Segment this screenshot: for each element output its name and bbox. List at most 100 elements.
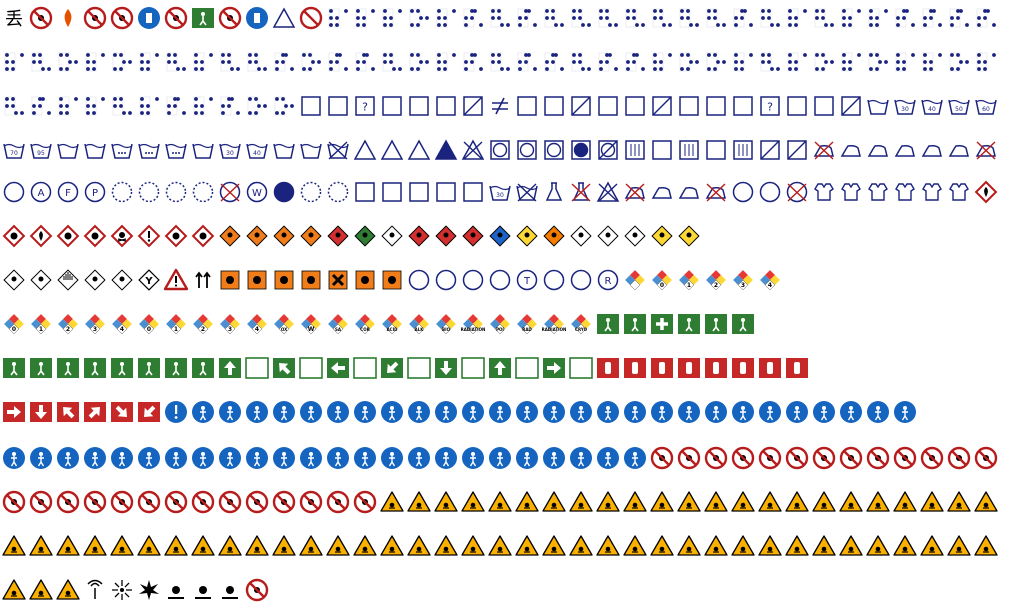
box-arrow-icon [380,94,404,118]
wave-circle-icon [731,180,755,204]
svg-text:0: 0 [12,326,16,333]
garment-shirt-icon [866,180,890,204]
braille-cell-icon [731,50,755,74]
braille-cell-icon [137,50,161,74]
wash-tub-40-icon: 40 [920,94,944,118]
bleach-cross-icon [461,138,485,162]
arrow-left-green-icon [326,356,350,380]
warning-person-icon [434,534,458,558]
warning-fire-icon [2,534,26,558]
circle-skull-icon [488,268,512,292]
arrow-up-green-icon [488,356,512,380]
mandatory-bucket-icon [380,446,404,470]
box-outline-icon [785,94,809,118]
symbol-row: 丢 [2,6,1001,36]
dry-box-slash-icon [758,138,782,162]
dry-clean-solid-icon [272,180,296,204]
garment-shirt-icon [947,180,971,204]
warning-person-icon [623,534,647,558]
braille-cell-icon [569,50,593,74]
mandatory-person-icon [596,446,620,470]
box-bracket-icon [407,94,431,118]
fire-equipment-icon [758,356,782,380]
flask-cross-icon [569,180,593,204]
hand-wash-icon [299,138,323,162]
braille-cell-icon [245,50,269,74]
use-screen-icon [704,400,728,424]
nfpa-rad-icon: RAD [515,312,539,336]
emergency-exit-green-icon [596,312,620,336]
braille-cell-icon [947,50,971,74]
mandatory-barrier-icon [218,446,242,470]
mandatory-child-icon [434,446,458,470]
wave-circle-icon [758,180,782,204]
braille-cell-icon [569,6,593,30]
mandatory-person-icon [299,446,323,470]
nfpa-alk-icon: ALK [407,312,431,336]
emergency-exit-running-icon [731,312,755,336]
braille-cell-icon [218,94,242,118]
ghs-flammable-icon [29,224,53,248]
braille-cell-icon [677,6,701,30]
symbol-row: 70 95 30 40 [2,138,1001,168]
box-slash-icon [569,94,593,118]
wear-apron-icon [434,400,458,424]
braille-cell-icon [83,94,107,118]
svg-text:COR: COR [360,327,369,332]
nfpa-bio-icon: BIO [434,312,458,336]
no-littering-icon [164,6,188,30]
svg-text:3: 3 [93,326,97,333]
svg-text:2: 2 [201,326,205,333]
warning-triangle-red-icon [164,268,188,292]
symbol-row: 0 1 2 3 4 0 1 2 3 4 OX W SA COR ACID ALK BIO RADIATION POI… [2,312,758,342]
warning-step-icon [677,534,701,558]
wear-gloves-icon [380,400,404,424]
ghs-toxic-icon [110,224,134,248]
dry-clean-dashed-icon [110,180,134,204]
no-touching-icon [56,490,80,514]
dry-clean-dashed-icon [164,180,188,204]
warning-wave-icon [893,534,917,558]
warning-crush-icon [893,490,917,514]
braille-cell-icon [191,94,215,118]
no-spray-icon [272,490,296,514]
emergency-phone-icon [677,312,701,336]
flammable-pictogram-icon [164,578,188,602]
braille-cell-icon [893,6,917,30]
warning-person-icon [164,534,188,558]
dry-clean-dashed-icon [137,180,161,204]
emergency-exit-window-icon [191,356,215,380]
no-foot-icon [839,446,863,470]
nfpa-1-icon: 1 [29,312,53,336]
emergency-exit-green-icon [623,312,647,336]
walk-icon [623,400,647,424]
svg-text:SA: SA [335,327,342,332]
braille-cell-icon [974,50,998,74]
box-flag-icon [326,94,350,118]
warning-person-icon [299,534,323,558]
braille-cell-icon [920,6,944,30]
warning-person-icon [947,490,971,514]
svg-text:30: 30 [226,150,234,157]
svg-text:40: 40 [253,150,261,157]
braille-cell-icon [83,50,107,74]
dry-box-icon [704,138,728,162]
no-dog-icon [731,446,755,470]
braille-cell-icon [515,50,539,74]
box-arrow-icon [704,94,728,118]
no-footwear-icon [83,490,107,514]
nfpa-0-icon: 0 [2,312,26,336]
wash-cross-icon [326,138,350,162]
warning-radiation-icon [407,490,431,514]
warning-hand-icon [839,534,863,558]
safety-shower-icon [83,356,107,380]
fire-hose-icon [623,356,647,380]
symbol-row [2,490,1001,520]
svg-text:Y: Y [144,276,153,287]
triangle-outline-icon [272,6,296,30]
warning-cold-icon [812,490,836,514]
explosion-icon [137,578,161,602]
nfpa-3-icon: 3 [218,312,242,336]
warning-person-icon [731,534,755,558]
braille-cell-icon [488,50,512,74]
